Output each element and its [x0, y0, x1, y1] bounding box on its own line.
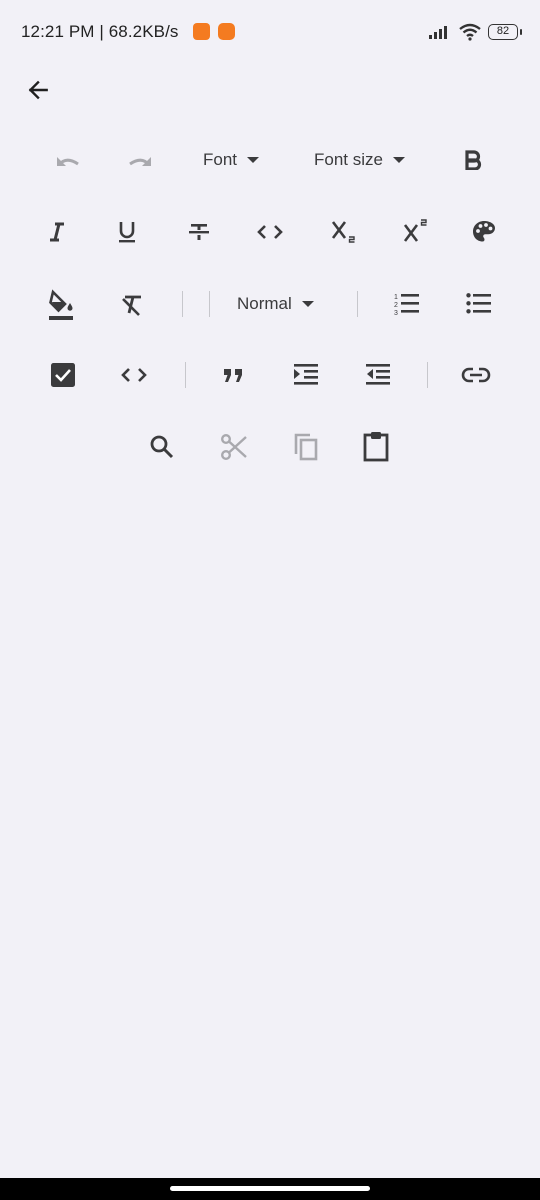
- status-icons: 82: [428, 22, 522, 42]
- checkbox-icon: [51, 363, 75, 387]
- indent-increase-icon: [294, 364, 318, 385]
- underline-icon: [119, 222, 135, 243]
- cut-button[interactable]: [216, 430, 252, 464]
- superscript-icon: [403, 219, 427, 242]
- quote-icon: [224, 369, 242, 382]
- redo-icon: [129, 157, 151, 166]
- search-icon: [150, 435, 174, 459]
- signal-icon: [429, 26, 447, 39]
- numbered-list-button[interactable]: 1 2 3: [388, 288, 426, 320]
- bulleted-list-icon: [466, 293, 491, 314]
- subscript-icon: [331, 221, 355, 243]
- indent-decrease-icon: [366, 364, 390, 385]
- mi-notification-icon: [193, 23, 210, 40]
- back-button[interactable]: [22, 74, 54, 106]
- toolbar-divider: [357, 291, 358, 317]
- copy-icon: [294, 433, 318, 461]
- heading-dropdown[interactable]: Normal: [237, 294, 314, 314]
- search-button[interactable]: [144, 430, 180, 464]
- link-icon: [461, 367, 491, 383]
- code-block-button[interactable]: [116, 360, 152, 390]
- bulleted-list-button[interactable]: [460, 288, 498, 320]
- checklist-button[interactable]: [46, 358, 80, 392]
- chevron-down-icon: [301, 301, 314, 307]
- clear-format-icon: [122, 295, 141, 316]
- paste-button[interactable]: [358, 428, 394, 464]
- copy-button[interactable]: [288, 430, 324, 464]
- highlight-color-button[interactable]: [42, 286, 80, 324]
- bold-button[interactable]: [456, 145, 490, 175]
- strikethrough-icon: [189, 224, 209, 240]
- font-size-dropdown-label: Font size: [314, 150, 383, 169]
- toolbar-divider: [427, 362, 428, 388]
- italic-icon: [50, 222, 64, 242]
- heading-dropdown-label: Normal: [237, 294, 292, 313]
- font-dropdown-label: Font: [203, 150, 238, 169]
- underline-button[interactable]: [110, 217, 144, 247]
- chevron-down-icon: [247, 157, 260, 163]
- redo-button[interactable]: [120, 146, 160, 176]
- wifi-icon: [459, 23, 481, 41]
- bold-icon: [465, 150, 482, 170]
- fill-bucket-icon: [49, 289, 73, 320]
- text-color-button[interactable]: [466, 216, 502, 248]
- toolbar-divider: [209, 291, 210, 317]
- toolbar-divider: [185, 362, 186, 388]
- clipboard-icon: [363, 432, 389, 462]
- svg-text:2: 2: [394, 302, 398, 309]
- superscript-button[interactable]: [398, 214, 434, 248]
- numbered-list-icon: 1 2 3: [394, 294, 419, 317]
- undo-button[interactable]: [48, 146, 88, 176]
- toolbar-divider: [182, 291, 183, 317]
- undo-icon: [57, 157, 79, 166]
- battery-icon: 82: [488, 24, 522, 40]
- insert-link-button[interactable]: [456, 360, 496, 390]
- status-time-speed: 12:21 PM | 68.2KB/s: [21, 22, 179, 41]
- code-icon: [121, 368, 147, 382]
- code-icon: [257, 225, 283, 239]
- blockquote-button[interactable]: [216, 360, 252, 390]
- status-bar: 12:21 PM | 68.2KB/s 82: [0, 0, 540, 64]
- app-notification-icon: [218, 23, 235, 40]
- strikethrough-button[interactable]: [182, 217, 216, 247]
- arrow-left-icon: [28, 80, 48, 100]
- scissors-icon: [221, 434, 247, 461]
- subscript-button[interactable]: [326, 214, 362, 248]
- font-size-dropdown[interactable]: Font size: [314, 150, 405, 170]
- home-gesture-handle[interactable]: [170, 1186, 370, 1191]
- outdent-button[interactable]: [360, 358, 396, 392]
- inline-code-button[interactable]: [252, 217, 288, 247]
- clear-format-button[interactable]: [114, 289, 150, 321]
- svg-text:3: 3: [394, 310, 398, 317]
- svg-text:1: 1: [394, 294, 398, 301]
- chevron-down-icon: [392, 157, 405, 163]
- font-dropdown[interactable]: Font: [203, 150, 260, 170]
- italic-button[interactable]: [40, 217, 74, 247]
- palette-icon: [473, 221, 495, 242]
- navigation-bar: [0, 1178, 540, 1200]
- indent-button[interactable]: [288, 358, 324, 392]
